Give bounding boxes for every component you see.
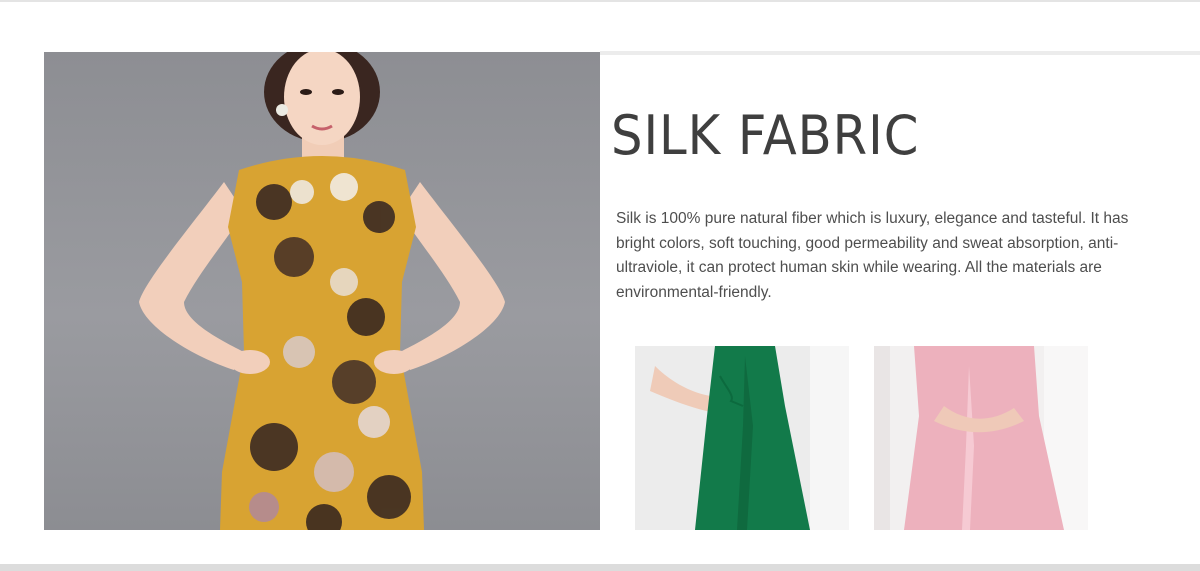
pink-dress-image xyxy=(874,346,1088,530)
section-description: Silk is 100% pure natural fiber which is… xyxy=(616,210,1129,301)
top-divider xyxy=(0,0,1200,2)
header-divider xyxy=(600,51,1200,55)
hero-image xyxy=(44,52,600,530)
bottom-divider xyxy=(0,564,1200,571)
section-title: SILK FABRIC xyxy=(611,104,920,167)
green-dress-image xyxy=(635,346,849,530)
